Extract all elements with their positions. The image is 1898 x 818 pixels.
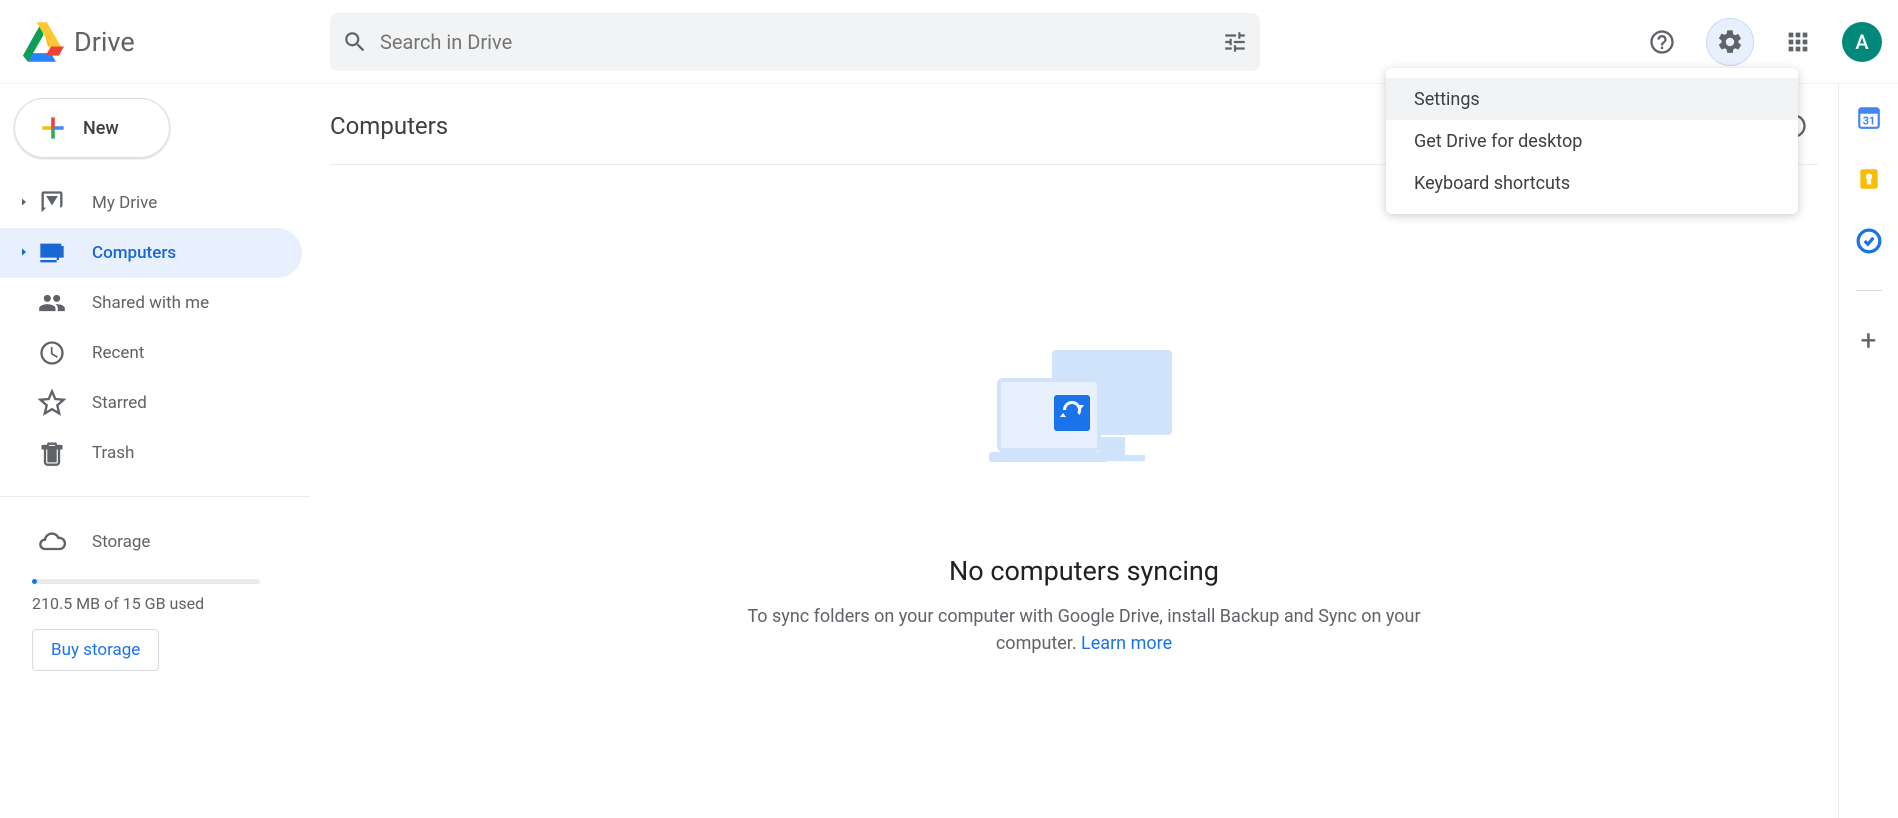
storage-progress — [32, 579, 260, 584]
sidebar-item-recent[interactable]: Recent — [0, 328, 302, 378]
sidebar-item-starred[interactable]: Starred — [0, 378, 302, 428]
side-panel: 31 + — [1838, 84, 1898, 818]
star-icon — [38, 389, 66, 417]
search-input[interactable] — [368, 30, 1222, 54]
menu-item-settings[interactable]: Settings — [1386, 78, 1798, 120]
learn-more-link[interactable]: Learn more — [1081, 633, 1172, 654]
help-icon — [1648, 28, 1676, 56]
settings-menu: Settings Get Drive for desktop Keyboard … — [1386, 68, 1798, 214]
sidebar-item-my-drive[interactable]: My Drive — [0, 178, 302, 228]
svg-text:31: 31 — [1862, 115, 1874, 128]
sidebar-item-label: Recent — [92, 343, 144, 363]
sidebar-item-label: Computers — [92, 243, 176, 263]
cloud-icon — [38, 528, 66, 556]
sidebar: New My Drive Computers Shared with me — [0, 84, 310, 818]
sidebar-item-label: Storage — [92, 532, 150, 552]
sidebar-item-computers[interactable]: Computers — [0, 228, 302, 278]
sidebar-item-shared[interactable]: Shared with me — [0, 278, 302, 328]
sidebar-item-label: Starred — [92, 393, 147, 413]
plus-icon — [37, 112, 69, 144]
settings-button[interactable] — [1706, 18, 1754, 66]
storage-usage-text: 210.5 MB of 15 GB used — [32, 594, 310, 613]
empty-title: No computers syncing — [949, 555, 1219, 587]
keep-icon[interactable] — [1856, 166, 1882, 192]
search-options-icon[interactable] — [1222, 29, 1248, 55]
menu-item-get-drive-desktop[interactable]: Get Drive for desktop — [1386, 120, 1798, 162]
drive-logo[interactable]: Drive — [20, 22, 330, 62]
header-actions: A — [1598, 18, 1882, 66]
empty-subtitle: To sync folders on your computer with Go… — [724, 603, 1444, 657]
shared-icon — [38, 289, 66, 317]
clock-icon — [38, 339, 66, 367]
my-drive-icon — [38, 189, 66, 217]
chevron-right-icon — [18, 196, 30, 208]
sidebar-item-label: Shared with me — [92, 293, 209, 313]
side-panel-divider — [1856, 290, 1882, 291]
tasks-icon[interactable] — [1856, 228, 1882, 254]
buy-storage-button[interactable]: Buy storage — [32, 629, 159, 671]
new-button-label: New — [83, 118, 119, 139]
avatar-initial: A — [1855, 30, 1868, 54]
apps-button[interactable] — [1774, 18, 1822, 66]
calendar-icon[interactable]: 31 — [1856, 104, 1882, 130]
drive-logo-icon — [20, 22, 64, 62]
apps-grid-icon — [1784, 28, 1812, 56]
sidebar-item-storage[interactable]: Storage — [0, 517, 310, 567]
sidebar-item-label: My Drive — [92, 193, 157, 213]
chevron-right-icon — [18, 246, 30, 258]
sidebar-item-label: Trash — [92, 443, 134, 463]
empty-state: No computers syncing To sync folders on … — [330, 345, 1838, 657]
gear-icon — [1716, 28, 1744, 56]
menu-item-keyboard-shortcuts[interactable]: Keyboard shortcuts — [1386, 162, 1798, 204]
computers-illustration — [984, 345, 1184, 475]
search-icon[interactable] — [342, 29, 368, 55]
trash-icon — [38, 439, 66, 467]
computers-icon — [38, 239, 66, 267]
app-name: Drive — [74, 26, 135, 58]
search-bar[interactable] — [330, 13, 1260, 71]
get-addons-button[interactable]: + — [1861, 327, 1877, 355]
account-avatar[interactable]: A — [1842, 22, 1882, 62]
sidebar-item-trash[interactable]: Trash — [0, 428, 302, 478]
new-button[interactable]: New — [14, 98, 170, 158]
page-title: Computers — [330, 112, 448, 140]
support-button[interactable] — [1638, 18, 1686, 66]
